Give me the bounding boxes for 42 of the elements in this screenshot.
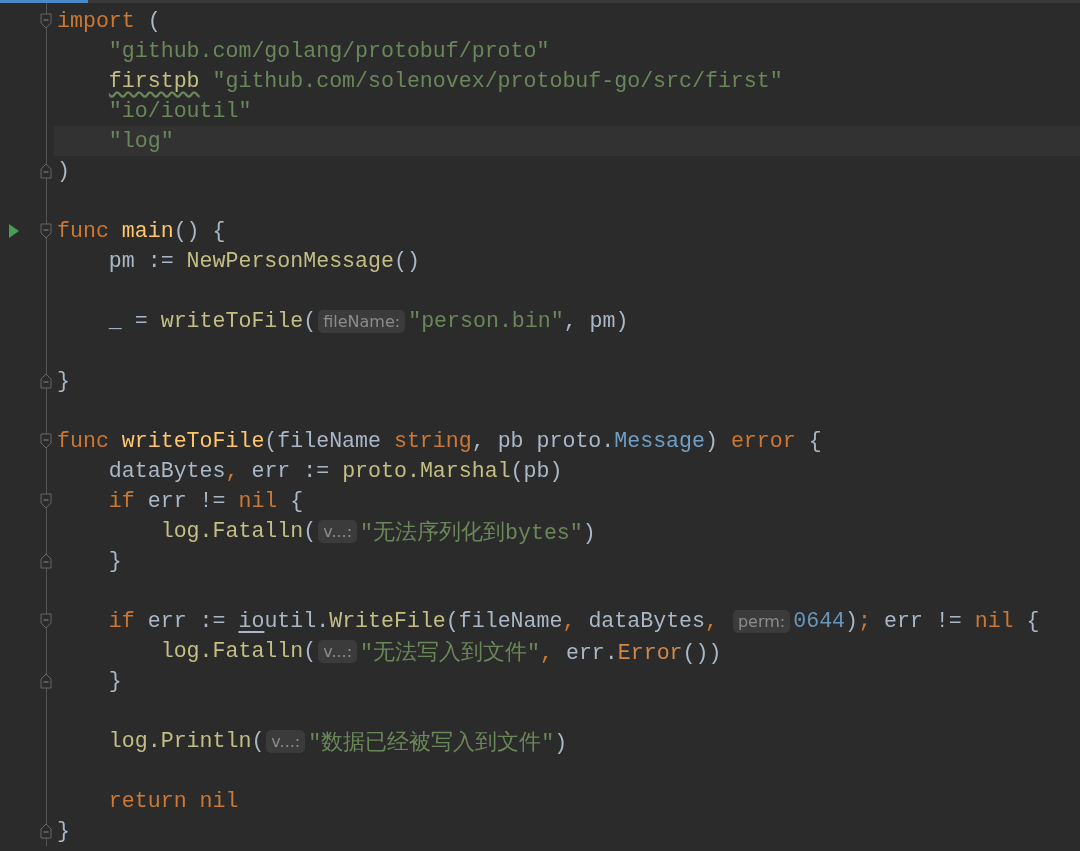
unfold-icon[interactable]	[40, 673, 52, 689]
code-text: }	[57, 819, 70, 843]
code-text: "无法写入到文件", err.Error())	[360, 639, 722, 666]
code-text: if err != nil {	[107, 489, 304, 513]
code-text: )	[57, 159, 70, 183]
fold-icon[interactable]	[40, 493, 52, 509]
code-text: log.Println(	[107, 729, 265, 753]
fold-icon[interactable]	[40, 613, 52, 629]
code-text: }	[107, 669, 122, 693]
code-text: log.Fatalln(	[159, 519, 317, 543]
code-text: pm := NewPersonMessage()	[107, 249, 420, 273]
fold-icon[interactable]	[40, 223, 52, 239]
unfold-icon[interactable]	[40, 163, 52, 179]
unfold-icon[interactable]	[40, 373, 52, 389]
code-text: dataBytes, err := proto.Marshal(pb)	[107, 459, 563, 483]
code-text: "数据已经被写入到文件")	[308, 729, 568, 756]
code-text: }	[107, 549, 122, 573]
code-text: "github.com/golang/protobuf/proto"	[107, 39, 550, 63]
run-icon[interactable]	[9, 224, 19, 238]
parameter-hint: perm:	[732, 609, 791, 633]
code-text: }	[57, 369, 70, 393]
code-text: 0644); err != nil {	[793, 609, 1040, 633]
code-text: "person.bin", pm)	[408, 309, 629, 333]
code-text: "log"	[107, 129, 174, 153]
parameter-hint: v...:	[266, 729, 306, 753]
code-text: return nil	[107, 789, 239, 813]
parameter-hint: v...:	[318, 519, 358, 543]
code-text: "无法序列化到bytes")	[360, 519, 596, 546]
code-text: func main() {	[57, 219, 226, 243]
code-text: "io/ioutil"	[107, 99, 252, 123]
parameter-hint: v...:	[318, 639, 358, 663]
unfold-icon[interactable]	[40, 823, 52, 839]
code-text: func writeToFile(fileName string, pb proto.Message) error {	[57, 429, 822, 453]
code-text: import (	[57, 9, 161, 33]
fold-icon[interactable]	[40, 13, 52, 29]
code-text: log.Fatalln(	[159, 639, 317, 663]
code-text: firstpb "github.com/solenovex/protobuf-go/src/first"	[107, 69, 783, 93]
fold-icon[interactable]	[40, 433, 52, 449]
code-text: if err := ioutil.WriteFile(fileName, dataBytes,	[107, 609, 719, 633]
unfold-icon[interactable]	[40, 553, 52, 569]
parameter-hint: fileName:	[318, 309, 406, 333]
code-text: _ = writeToFile(	[107, 309, 317, 333]
